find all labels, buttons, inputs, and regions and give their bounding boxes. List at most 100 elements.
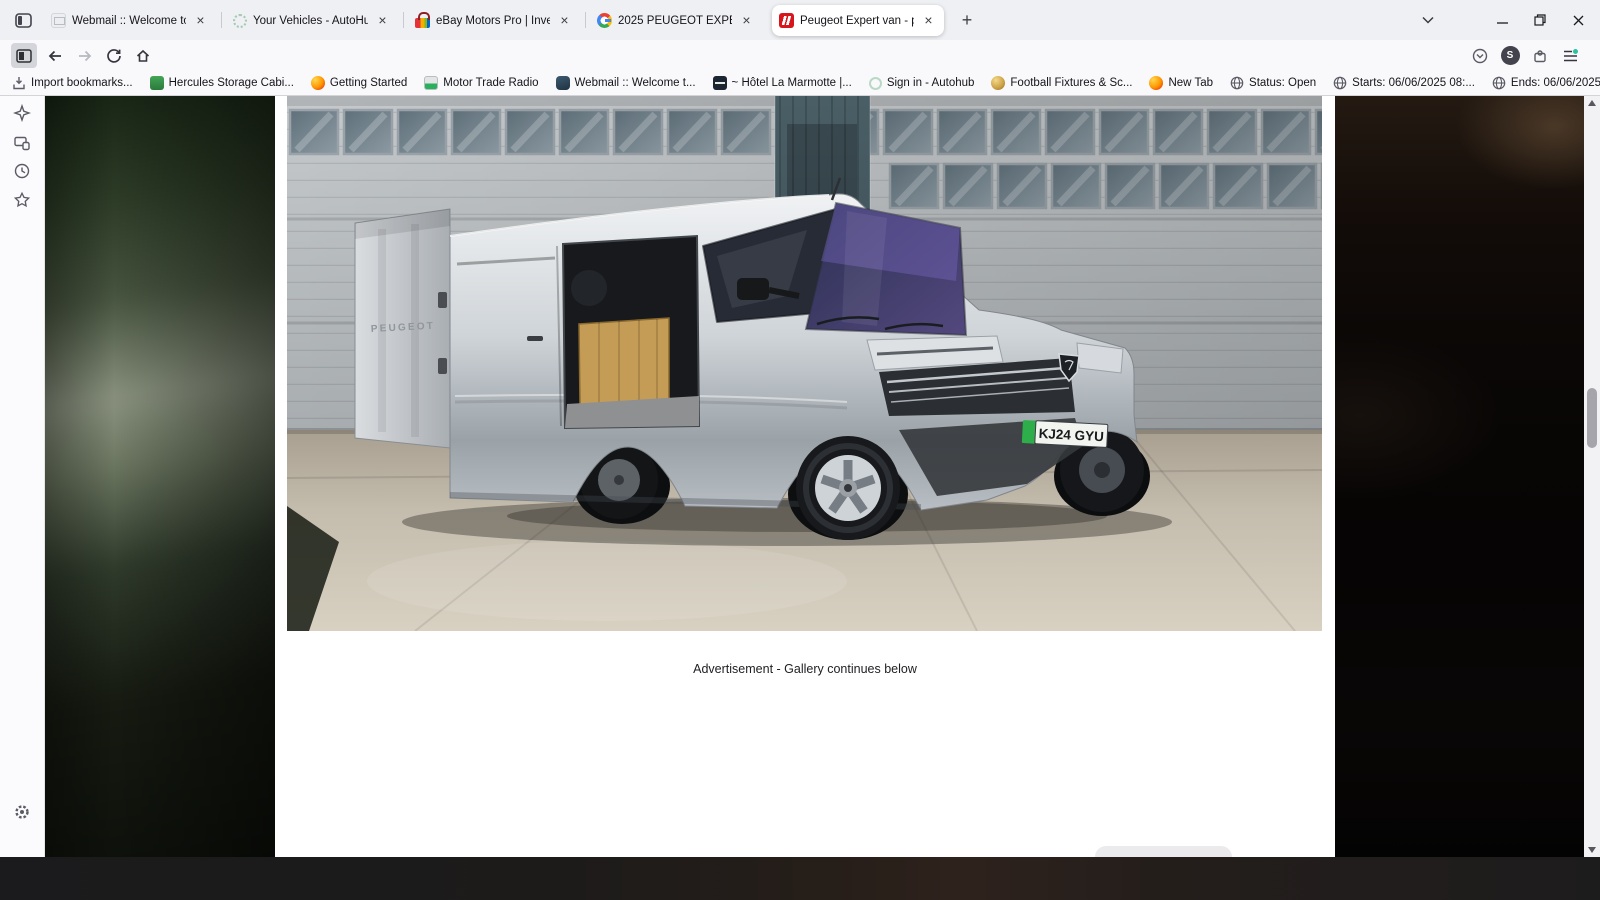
hercules-icon (150, 76, 164, 90)
new-tab-button[interactable]: + (954, 8, 980, 34)
tab-separator (221, 12, 222, 28)
tab-close-icon[interactable]: × (556, 12, 573, 29)
import-icon (12, 76, 26, 90)
van-photo: PEUGEOT (287, 96, 1322, 631)
gallery-background-left (45, 96, 275, 857)
reload-button[interactable] (101, 43, 127, 68)
back-button[interactable] (42, 43, 68, 68)
navigation-toolbar: www.autoexpress.co.uk/peugeot/expert/959… (0, 40, 1600, 71)
bookmark-getting-started[interactable]: Getting Started (311, 76, 407, 90)
firefox-view-icon (15, 13, 32, 28)
tab-autohub[interactable]: Your Vehicles - AutoHub × (226, 5, 398, 36)
list-all-tabs-button[interactable] (1410, 5, 1446, 35)
page-scrollbar[interactable] (1584, 96, 1600, 857)
tab-google-search[interactable]: 2025 PEUGEOT EXPERT DIESEL - × (590, 5, 762, 36)
pocket-icon (1472, 48, 1488, 64)
tab-separator (403, 12, 404, 28)
bookmark-football-fixtures[interactable]: Football Fixtures & Sc... (991, 76, 1132, 90)
scrollbar-thumb[interactable] (1587, 388, 1597, 448)
chevron-down-icon (1422, 16, 1434, 24)
close-window-button[interactable] (1560, 5, 1596, 35)
bookmark-autohub-signin[interactable]: Sign in - Autohub (869, 77, 975, 90)
sidebar-bookmarks-button[interactable] (7, 185, 37, 215)
account-button[interactable]: S (1497, 43, 1523, 68)
restore-icon (1534, 14, 1546, 26)
plywood-lining (579, 318, 669, 406)
bookmark-hercules[interactable]: Hercules Storage Cabi... (150, 76, 294, 90)
firefox-icon (1149, 76, 1163, 90)
bookmark-webmail[interactable]: Webmail :: Welcome t... (556, 76, 696, 90)
bookmark-import[interactable]: Import bookmarks... (12, 76, 133, 90)
sidebar-settings-button[interactable] (7, 797, 37, 827)
puzzle-icon (1532, 48, 1548, 64)
home-button[interactable] (130, 43, 156, 68)
forward-button[interactable] (72, 43, 98, 68)
globe-icon (1230, 76, 1244, 90)
bookmark-hotel-la-marmotte[interactable]: ~ Hôtel La Marmotte |... (713, 76, 852, 90)
tab-close-icon[interactable]: × (374, 12, 391, 29)
tab-ebay[interactable]: eBay Motors Pro | Inventory × (408, 5, 580, 36)
partial-gallery-button[interactable] (1095, 846, 1232, 857)
vignette (45, 96, 275, 857)
scroll-down-arrow[interactable] (1588, 847, 1596, 853)
close-icon (1573, 15, 1584, 26)
sidebar-toggle-button[interactable] (11, 43, 37, 68)
minimize-icon (1497, 15, 1508, 26)
bookmarks-bar: Import bookmarks... Hercules Storage Cab… (0, 71, 1600, 96)
restore-button[interactable] (1522, 5, 1558, 35)
bookmark-ends[interactable]: Ends: 06/06/2025 15:00 (1492, 76, 1600, 90)
article-column: PEUGEOT (275, 96, 1335, 857)
sidebar-synced-tabs-button[interactable] (7, 128, 37, 158)
globe-icon (1333, 76, 1347, 90)
ebay-favicon (415, 18, 430, 28)
extensions-button[interactable] (1527, 43, 1553, 68)
webmail-favicon (51, 13, 66, 28)
circle-icon (869, 77, 882, 90)
windows-taskbar: 1 16°C Mostly cloudy (0, 857, 1600, 900)
front-wheel (796, 436, 900, 540)
sidebar-ai-chatbot-button[interactable] (7, 98, 37, 128)
sidebar-history-button[interactable] (7, 156, 37, 186)
tab-close-icon[interactable]: × (738, 12, 755, 29)
minimize-button[interactable] (1484, 5, 1520, 35)
bookmark-status-open[interactable]: Status: Open (1230, 76, 1316, 90)
autoexpress-favicon (779, 13, 794, 28)
webmail-gem-icon (556, 76, 570, 90)
firefox-view-button[interactable] (9, 8, 37, 33)
license-plate: KJ24 GYU (1022, 420, 1108, 447)
bookmark-new-tab[interactable]: New Tab (1149, 76, 1213, 90)
desktop-screen: Webmail :: Welcome to Webma × Your Vehic… (0, 0, 1600, 900)
globe-icon (1492, 76, 1506, 90)
home-icon (135, 48, 151, 64)
football-icon (991, 76, 1005, 90)
radio-icon (424, 76, 438, 90)
forward-arrow-icon (77, 48, 93, 64)
account-avatar: S (1501, 46, 1520, 65)
app-menu-button[interactable] (1557, 43, 1583, 68)
sparkle-icon (13, 104, 31, 122)
history-clock-icon (13, 162, 31, 180)
open-cargo-doorway (563, 236, 699, 428)
tab-close-icon[interactable]: × (920, 12, 937, 29)
spinner-favicon (233, 14, 247, 28)
tab-webmail[interactable]: Webmail :: Welcome to Webma × (44, 5, 216, 36)
star-icon (13, 191, 31, 209)
bookmark-starts[interactable]: Starts: 06/06/2025 08:... (1333, 76, 1475, 90)
firefox-icon (311, 76, 325, 90)
reload-icon (106, 48, 122, 64)
scroll-up-arrow[interactable] (1588, 100, 1596, 106)
peugeot-expert-van-image: PEUGEOT (287, 96, 1322, 631)
tab-separator (585, 12, 586, 28)
synced-tabs-icon (13, 134, 31, 152)
hotel-icon (713, 76, 727, 90)
browser-sidebar (0, 96, 45, 857)
gallery-background-right (1335, 96, 1584, 857)
tab-close-icon[interactable]: × (192, 12, 209, 29)
sidebar-icon (16, 49, 32, 63)
ad-caption: Advertisement - Gallery continues below (275, 662, 1335, 676)
bookmark-motor-trade-radio[interactable]: Motor Trade Radio (424, 76, 538, 90)
back-arrow-icon (47, 48, 63, 64)
tab-bar: Webmail :: Welcome to Webma × Your Vehic… (0, 0, 1600, 40)
tab-autoexpress-active[interactable]: Peugeot Expert van - pictures | × (772, 5, 944, 36)
pocket-button[interactable] (1467, 43, 1493, 68)
